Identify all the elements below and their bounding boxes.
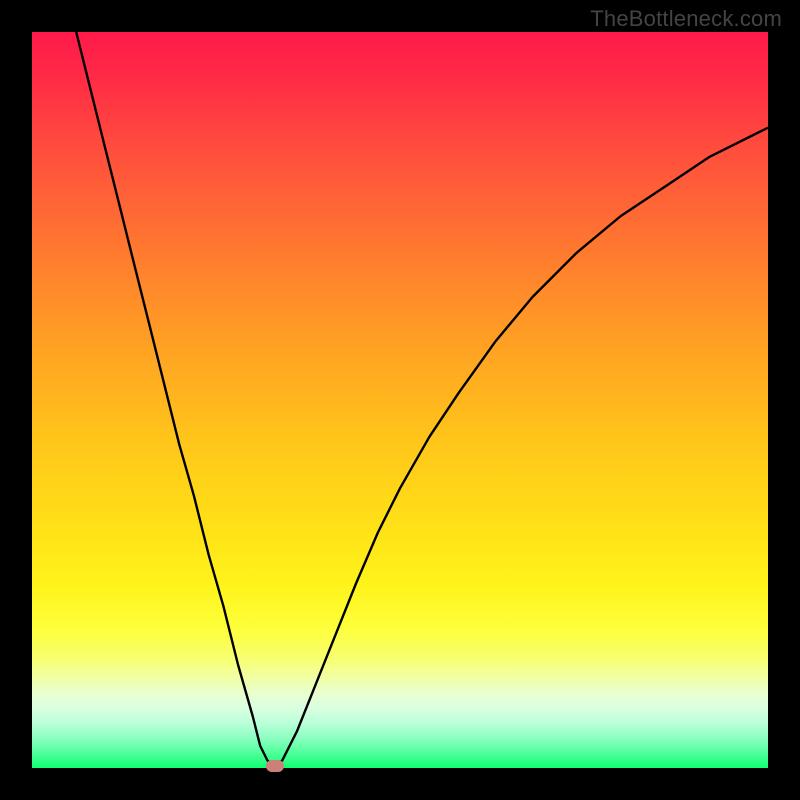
plot-area [32, 32, 768, 768]
minimum-marker [266, 760, 284, 772]
bottleneck-curve [32, 32, 768, 768]
curve-path [76, 32, 768, 766]
chart-frame: TheBottleneck.com [0, 0, 800, 800]
watermark-text: TheBottleneck.com [590, 6, 782, 32]
